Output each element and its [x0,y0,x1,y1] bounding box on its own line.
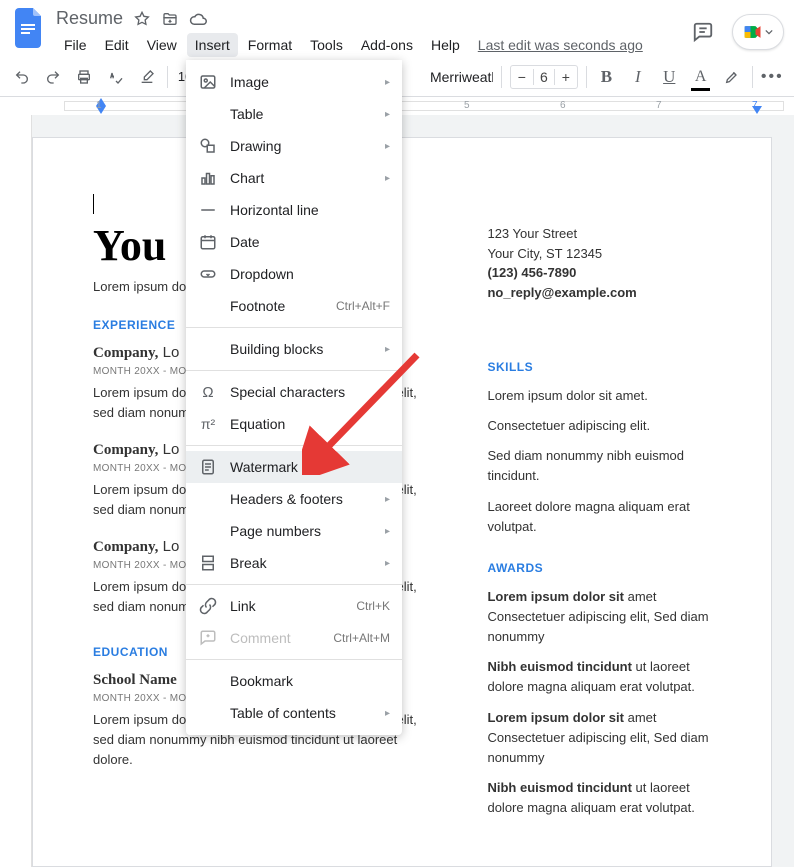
insert-dropdown-chip[interactable]: Dropdown [186,258,402,290]
link-icon [198,596,218,616]
font-size-value[interactable]: 6 [533,69,555,85]
menu-tools[interactable]: Tools [302,33,351,57]
insert-comment: CommentCtrl+Alt+M [186,622,402,654]
insert-break[interactable]: Break▸ [186,547,402,579]
date-icon [198,232,218,252]
docs-app-icon[interactable] [10,8,50,48]
font-name: Merriweath… [430,69,493,85]
omega-icon: Ω [198,382,218,402]
ruler-tick: 6 [560,100,566,111]
meet-join-button[interactable] [732,14,784,50]
watermark-icon [198,457,218,477]
insert-footnote[interactable]: FootnoteCtrl+Alt+F [186,290,402,322]
open-comments-icon[interactable] [688,17,718,47]
dropdown-icon [198,264,218,284]
image-icon [198,72,218,92]
insert-special-characters[interactable]: Ω Special characters [186,376,402,408]
menu-help[interactable]: Help [423,33,468,57]
text-color-button[interactable]: A [689,64,712,90]
insert-menu-dropdown: Image▸ Table▸ Drawing▸ Chart▸ Horizontal… [186,60,402,735]
insert-headers-footers[interactable]: Headers & footers▸ [186,483,402,515]
bold-button[interactable]: B [595,64,618,90]
contact-block[interactable]: 123 Your Street Your City, ST 12345 (123… [487,224,711,302]
print-icon[interactable] [73,64,96,90]
star-icon[interactable] [133,10,151,28]
vertical-ruler[interactable] [0,115,32,867]
last-edit-link[interactable]: Last edit was seconds ago [470,33,651,57]
font-size-stepper[interactable]: − 6 + [510,65,578,89]
menu-file[interactable]: File [56,33,95,57]
award-item[interactable]: Nibh euismod tincidunt ut laoreet dolore… [487,778,711,818]
ruler-tick: 5 [464,100,470,111]
menu-edit[interactable]: Edit [97,33,137,57]
move-folder-icon[interactable] [161,10,179,28]
spellcheck-icon[interactable] [104,64,127,90]
redo-icon[interactable] [41,64,64,90]
right-indent-marker-handle[interactable] [752,106,762,114]
cloud-status-icon[interactable] [189,10,207,28]
menubar: File Edit View Insert Format Tools Add-o… [56,33,688,57]
paint-format-icon[interactable] [136,64,159,90]
chart-icon [198,168,218,188]
insert-watermark[interactable]: Watermark [186,451,402,483]
award-item[interactable]: Nibh euismod tincidunt ut laoreet dolore… [487,657,711,697]
skill-item[interactable]: Sed diam nonummy nibh euismod tincidunt. [487,446,711,486]
award-item[interactable]: Lorem ipsum dolor sit amet Consectetuer … [487,708,711,768]
font-size-decrease[interactable]: − [511,69,533,85]
ruler-tick: 1 [96,100,102,111]
more-toolbar-icon[interactable]: ••• [761,64,784,90]
section-skills[interactable]: SKILLS [487,360,711,374]
font-size-increase[interactable]: + [555,69,577,85]
insert-chart[interactable]: Chart▸ [186,162,402,194]
insert-table-of-contents[interactable]: Table of contents▸ [186,697,402,729]
hline-icon [198,200,218,220]
insert-table[interactable]: Table▸ [186,98,402,130]
insert-page-numbers[interactable]: Page numbers▸ [186,515,402,547]
insert-horizontal-line[interactable]: Horizontal line [186,194,402,226]
highlight-button[interactable] [720,64,743,90]
insert-date[interactable]: Date [186,226,402,258]
skill-item[interactable]: Laoreet dolore magna aliquam erat volutp… [487,497,711,537]
menu-format[interactable]: Format [240,33,300,57]
comment-icon [198,628,218,648]
ruler-tick: 7 [656,100,662,111]
font-select[interactable]: Merriweath… [430,69,493,85]
document-page[interactable]: You Lorem ipsum do EXPERIENCE Company, L… [32,137,772,867]
insert-bookmark[interactable]: Bookmark [186,665,402,697]
skill-item[interactable]: Lorem ipsum dolor sit amet. [487,386,711,406]
insert-link[interactable]: LinkCtrl+K [186,590,402,622]
undo-icon[interactable] [10,64,33,90]
italic-button[interactable]: I [626,64,649,90]
skill-item[interactable]: Consectetuer adipiscing elit. [487,416,711,436]
insert-image[interactable]: Image▸ [186,66,402,98]
menu-addons[interactable]: Add-ons [353,33,421,57]
insert-building-blocks[interactable]: Building blocks▸ [186,333,402,365]
drawing-icon [198,136,218,156]
section-awards[interactable]: AWARDS [487,561,711,575]
menu-insert[interactable]: Insert [187,33,238,57]
break-icon [198,553,218,573]
pi-icon: π² [198,414,218,434]
document-title[interactable]: Resume [56,8,123,29]
insert-drawing[interactable]: Drawing▸ [186,130,402,162]
menu-view[interactable]: View [139,33,185,57]
award-item[interactable]: Lorem ipsum dolor sit amet Consectetuer … [487,587,711,647]
underline-button[interactable]: U [658,64,681,90]
insert-equation[interactable]: π² Equation [186,408,402,440]
